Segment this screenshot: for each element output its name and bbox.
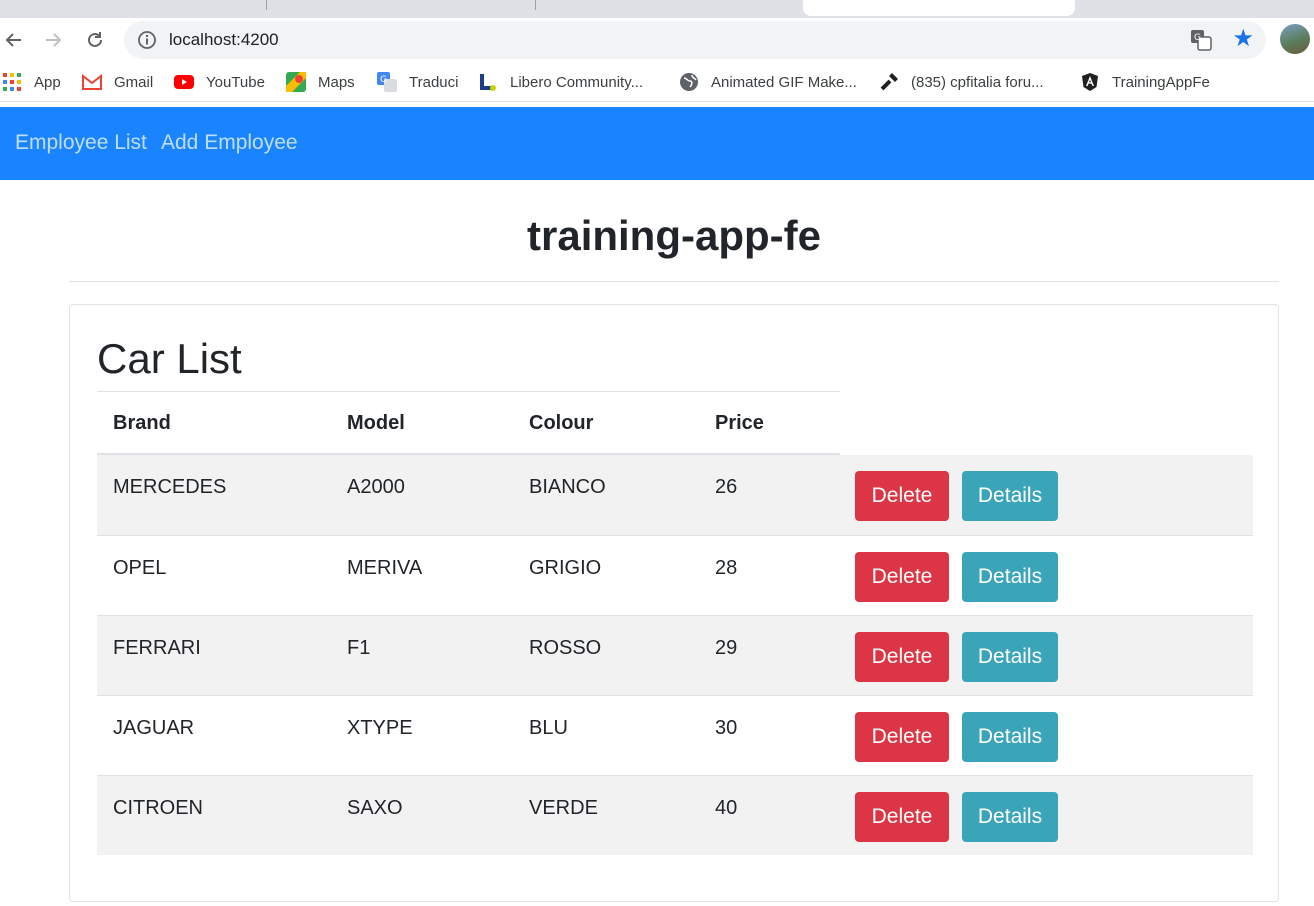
details-button[interactable]: Details: [962, 712, 1058, 762]
cell-model: MERIVA: [347, 557, 423, 579]
car-list-heading: Car List: [97, 335, 242, 382]
cell-price: 28: [715, 557, 738, 579]
bookmark-animated-gif[interactable]: Animated GIF Make...: [679, 72, 857, 92]
bookmarks-bar: App Gmail YouTube Maps G Traduci Libero …: [0, 62, 1314, 102]
site-info-icon[interactable]: [137, 30, 157, 50]
gmail-icon: [82, 72, 102, 92]
cell-brand: CITROEN: [113, 797, 203, 819]
bookmark-maps[interactable]: Maps: [286, 72, 355, 92]
table-row: MERCEDES A2000 BIANCO 26 Delete Details: [97, 455, 1253, 535]
nav-link-employee-list[interactable]: Employee List: [15, 131, 147, 155]
details-button[interactable]: Details: [962, 632, 1058, 682]
details-button[interactable]: Details: [962, 792, 1058, 842]
delete-button[interactable]: Delete: [855, 471, 949, 521]
cell-model: XTYPE: [347, 717, 413, 739]
tab-separator: [535, 0, 536, 10]
bookmark-apps[interactable]: App: [2, 72, 61, 92]
column-header-brand: Brand: [113, 412, 171, 434]
table-row: JAGUAR XTYPE BLU 30 Delete Details: [97, 695, 1253, 775]
table-row: FERRARI F1 ROSSO 29 Delete Details: [97, 615, 1253, 695]
bookmark-label: Maps: [318, 73, 355, 91]
url-text[interactable]: localhost:4200: [169, 30, 279, 50]
column-header-model: Model: [347, 412, 405, 434]
table-row: OPEL MERIVA GRIGIO 28 Delete Details: [97, 535, 1253, 615]
cell-price: 40: [715, 797, 738, 819]
youtube-icon: [174, 72, 194, 92]
angular-icon: [1080, 72, 1100, 92]
cell-price: 29: [715, 637, 738, 659]
details-button[interactable]: Details: [962, 552, 1058, 602]
browser-tab[interactable]: [268, 0, 534, 16]
bookmark-trainingappfe[interactable]: TrainingAppFe: [1080, 72, 1210, 92]
bookmark-cpfitalia[interactable]: (835) cpfitalia foru...: [879, 72, 1044, 92]
cell-brand: FERRARI: [113, 637, 201, 659]
cell-model: F1: [347, 637, 371, 659]
bookmark-youtube[interactable]: YouTube: [174, 72, 265, 92]
translate-icon: G: [377, 72, 397, 92]
bookmark-gmail[interactable]: Gmail: [82, 72, 153, 92]
bookmark-traduci[interactable]: G Traduci: [377, 72, 458, 92]
delete-button[interactable]: Delete: [855, 632, 949, 682]
bookmark-label: Traduci: [409, 73, 459, 91]
app-navbar: Employee List Add Employee: [0, 107, 1314, 180]
cell-model: SAXO: [347, 797, 403, 819]
svg-text:G: G: [1194, 33, 1201, 43]
libero-icon: [478, 72, 498, 92]
bookmark-libero[interactable]: Libero Community...: [478, 72, 643, 92]
browser-tab-strip: [0, 0, 1314, 18]
cell-colour: ROSSO: [529, 637, 602, 659]
cell-price: 26: [715, 476, 738, 498]
browser-tab-active[interactable]: [803, 0, 1075, 16]
globe-icon: [679, 72, 699, 92]
apps-grid-icon: [2, 72, 22, 92]
cell-brand: JAGUAR: [113, 717, 195, 739]
flashlight-icon: [879, 72, 899, 92]
browser-tab[interactable]: [1078, 0, 1314, 16]
car-list-card: Car List Brand Model Colour Price MERCED…: [69, 304, 1279, 902]
svg-text:G: G: [380, 75, 387, 85]
bookmark-label: Gmail: [114, 73, 154, 91]
cell-brand: OPEL: [113, 557, 167, 579]
address-bar[interactable]: localhost:4200 G ★: [124, 21, 1266, 59]
bookmark-label: (835) cpfitalia foru...: [911, 73, 1044, 91]
cell-price: 30: [715, 717, 738, 739]
details-button[interactable]: Details: [962, 471, 1058, 521]
cell-colour: BIANCO: [529, 476, 606, 498]
maps-icon: [286, 72, 306, 92]
column-header-price: Price: [715, 412, 764, 434]
cell-colour: VERDE: [529, 797, 598, 819]
profile-avatar[interactable]: [1280, 24, 1310, 54]
column-header-colour: Colour: [529, 412, 594, 434]
bookmark-label: App: [34, 73, 61, 91]
cell-brand: MERCEDES: [113, 476, 227, 498]
browser-tab[interactable]: [0, 0, 265, 16]
delete-button[interactable]: Delete: [855, 712, 949, 762]
forward-arrow-icon[interactable]: [39, 26, 67, 54]
bookmark-label: Libero Community...: [510, 73, 644, 91]
page-title: training-app-fe: [527, 212, 821, 259]
heading-divider: [97, 391, 840, 392]
bookmark-label: TrainingAppFe: [1112, 73, 1210, 91]
cell-colour: GRIGIO: [529, 557, 602, 579]
delete-button[interactable]: Delete: [855, 552, 949, 602]
cell-model: A2000: [347, 476, 405, 498]
tab-separator: [266, 0, 267, 10]
browser-toolbar: localhost:4200 G ★: [0, 18, 1314, 62]
cell-colour: BLU: [529, 717, 568, 739]
title-divider: [69, 281, 1279, 282]
bookmark-star-icon[interactable]: ★: [1232, 27, 1254, 51]
translate-page-icon[interactable]: G: [1190, 29, 1212, 51]
table-row: CITROEN SAXO VERDE 40 Delete Details: [97, 775, 1253, 855]
delete-button[interactable]: Delete: [855, 792, 949, 842]
back-arrow-icon[interactable]: [0, 26, 28, 54]
reload-icon[interactable]: [81, 26, 109, 54]
bookmark-label: YouTube: [206, 73, 265, 91]
nav-link-add-employee[interactable]: Add Employee: [161, 131, 298, 155]
bookmark-label: Animated GIF Make...: [711, 73, 857, 91]
browser-tab[interactable]: [537, 0, 803, 16]
